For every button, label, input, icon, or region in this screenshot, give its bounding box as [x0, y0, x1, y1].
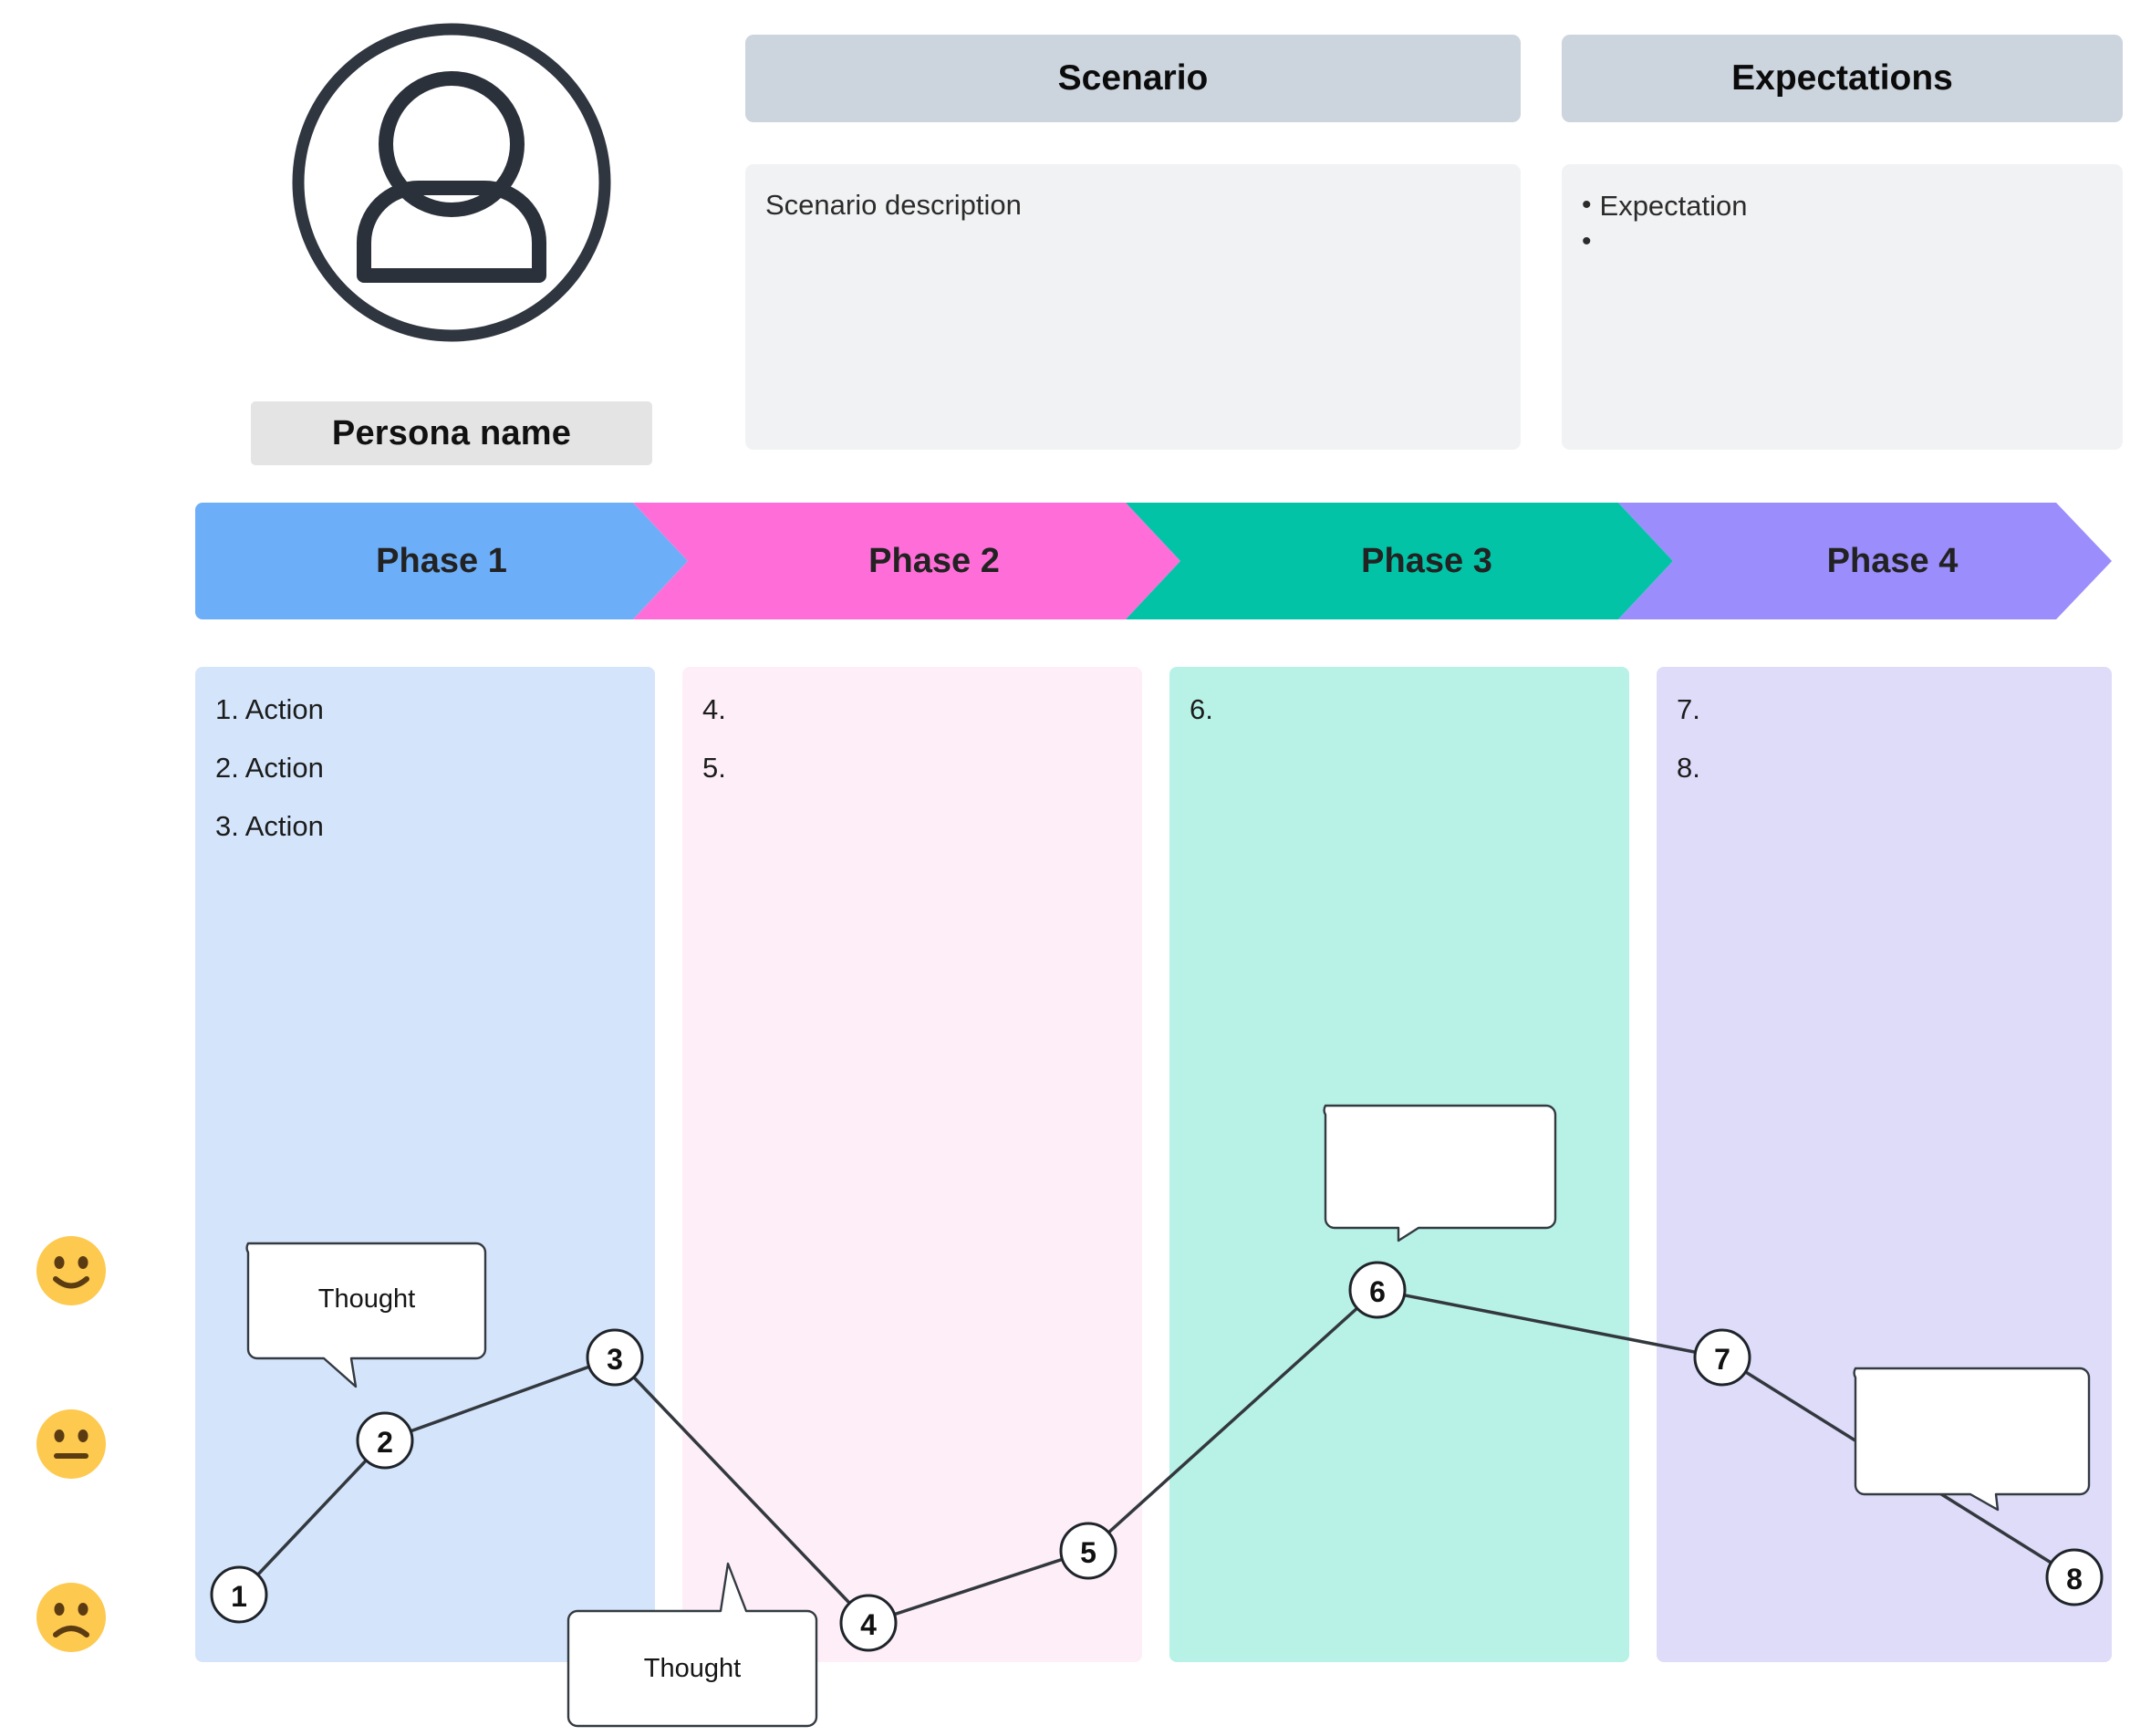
list-item[interactable]: • Expectation — [1582, 188, 2103, 224]
bullet-icon: • — [1582, 190, 1592, 220]
action-item[interactable]: 4. — [702, 692, 1122, 727]
phase-3-actions-column[interactable]: 6. — [1169, 667, 1629, 1662]
action-item[interactable]: 2. Action — [215, 751, 635, 785]
persona-name-label: Persona name — [331, 413, 572, 452]
action-item[interactable]: 1. Action — [215, 692, 635, 727]
phase-label: Phase 2 — [868, 541, 1000, 580]
expectations-list: • Expectation • — [1582, 188, 2103, 261]
emotion-rail — [36, 1236, 137, 1652]
action-item[interactable]: 6. — [1190, 692, 1609, 727]
bullet-icon: • — [1582, 226, 1592, 256]
action-item[interactable]: 8. — [1677, 751, 2092, 785]
neutral-face-icon — [36, 1409, 106, 1479]
action-item[interactable]: 5. — [702, 751, 1122, 785]
phase-4-actions-column[interactable]: 7. 8. — [1657, 667, 2112, 1662]
list-item[interactable]: • — [1582, 224, 2103, 261]
journey-map-canvas: Persona name Scenario Scenario descripti… — [0, 0, 2151, 1736]
phase-label: Phase 1 — [376, 541, 507, 580]
phase-label: Phase 3 — [1361, 541, 1492, 580]
phase-3-chevron[interactable]: Phase 3 — [1180, 503, 1673, 619]
sad-face-icon — [36, 1583, 106, 1652]
action-item[interactable]: 7. — [1677, 692, 2092, 727]
phase-2-actions-column[interactable]: 4. 5. — [682, 667, 1142, 1662]
phase-2-chevron[interactable]: Phase 2 — [688, 503, 1180, 619]
scenario-description: Scenario description — [765, 189, 1022, 221]
scenario-header: Scenario — [745, 35, 1521, 122]
phase-4-chevron[interactable]: Phase 4 — [1673, 503, 2112, 619]
scenario-title: Scenario — [1057, 58, 1209, 98]
persona-name-chip[interactable]: Persona name — [251, 401, 652, 465]
happy-face-icon — [36, 1236, 106, 1305]
phase-bar: Phase 1 Phase 2 Phase 3 Phase 4 — [195, 503, 2112, 619]
expectation-text: Expectation — [1599, 190, 1748, 222]
expectations-header: Expectations — [1562, 35, 2123, 122]
action-item[interactable]: 3. Action — [215, 809, 635, 844]
scenario-body[interactable]: Scenario description — [745, 164, 1521, 450]
expectations-body[interactable]: • Expectation • — [1562, 164, 2123, 450]
expectations-title: Expectations — [1731, 58, 1953, 98]
phase-label: Phase 4 — [1826, 541, 1959, 580]
phase-1-actions-column[interactable]: 1. Action 2. Action 3. Action — [195, 667, 655, 1662]
persona-block: Persona name — [251, 9, 652, 465]
phase-1-chevron[interactable]: Phase 1 — [195, 503, 688, 619]
user-avatar-icon — [287, 18, 616, 347]
